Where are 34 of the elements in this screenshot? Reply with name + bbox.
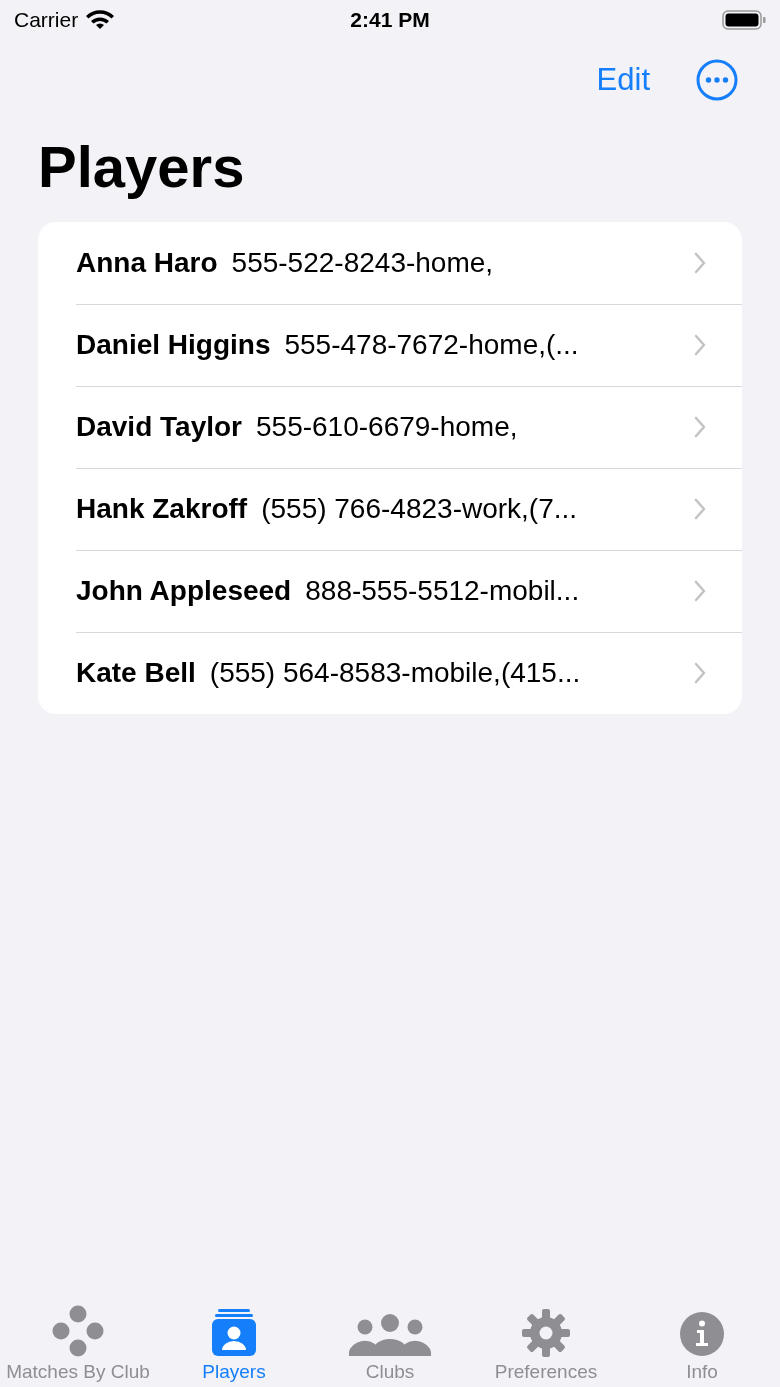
phone-numbers: 888-555-5512-mobil... bbox=[305, 575, 581, 607]
wifi-icon bbox=[86, 10, 115, 30]
phone-numbers: 555-610-6679-home, bbox=[256, 411, 519, 443]
chevron-icon[interactable] bbox=[694, 498, 706, 520]
dots-icon bbox=[52, 1305, 104, 1357]
chevron-icon[interactable] bbox=[694, 580, 706, 602]
tab-item[interactable]: Players bbox=[156, 1291, 312, 1383]
more-icon[interactable] bbox=[696, 59, 738, 101]
chevron-icon[interactable] bbox=[694, 662, 706, 684]
phone-numbers: (555) 766-4823-work,(7... bbox=[261, 493, 579, 525]
phone-numbers: 555-522-8243-home, bbox=[231, 247, 495, 279]
gear-icon bbox=[522, 1309, 570, 1357]
chevron-icon[interactable] bbox=[694, 416, 706, 438]
carrier-label: Carrier bbox=[14, 8, 79, 32]
people-icon bbox=[349, 1313, 431, 1357]
chevron-icon[interactable] bbox=[694, 334, 706, 356]
edit-button[interactable]: Edit bbox=[596, 62, 650, 98]
player-name: Daniel Higgins bbox=[76, 329, 271, 361]
battery-icon bbox=[722, 10, 766, 30]
phone-numbers: (555) 564-8583-mobile,(415... bbox=[209, 657, 582, 689]
player-name: Anna Haro bbox=[76, 247, 218, 279]
player-name: Hank Zakroff bbox=[76, 493, 248, 525]
player-name: David Taylor bbox=[76, 411, 242, 443]
tab-item[interactable]: Matches By Club bbox=[0, 1291, 156, 1383]
tab-item[interactable]: Preferences bbox=[468, 1291, 624, 1383]
phone-numbers: 555-478-7672-home,(... bbox=[284, 329, 580, 361]
contact-card-icon bbox=[210, 1309, 258, 1357]
player-name: John Appleseed bbox=[76, 575, 292, 607]
time-label: 2:41 PM bbox=[350, 8, 430, 32]
tab-item[interactable]: Info bbox=[624, 1291, 780, 1383]
tab-item[interactable]: Clubs bbox=[312, 1291, 468, 1383]
info-icon bbox=[679, 1311, 725, 1357]
player-name: Kate Bell bbox=[76, 657, 196, 689]
chevron-icon[interactable] bbox=[694, 252, 706, 274]
